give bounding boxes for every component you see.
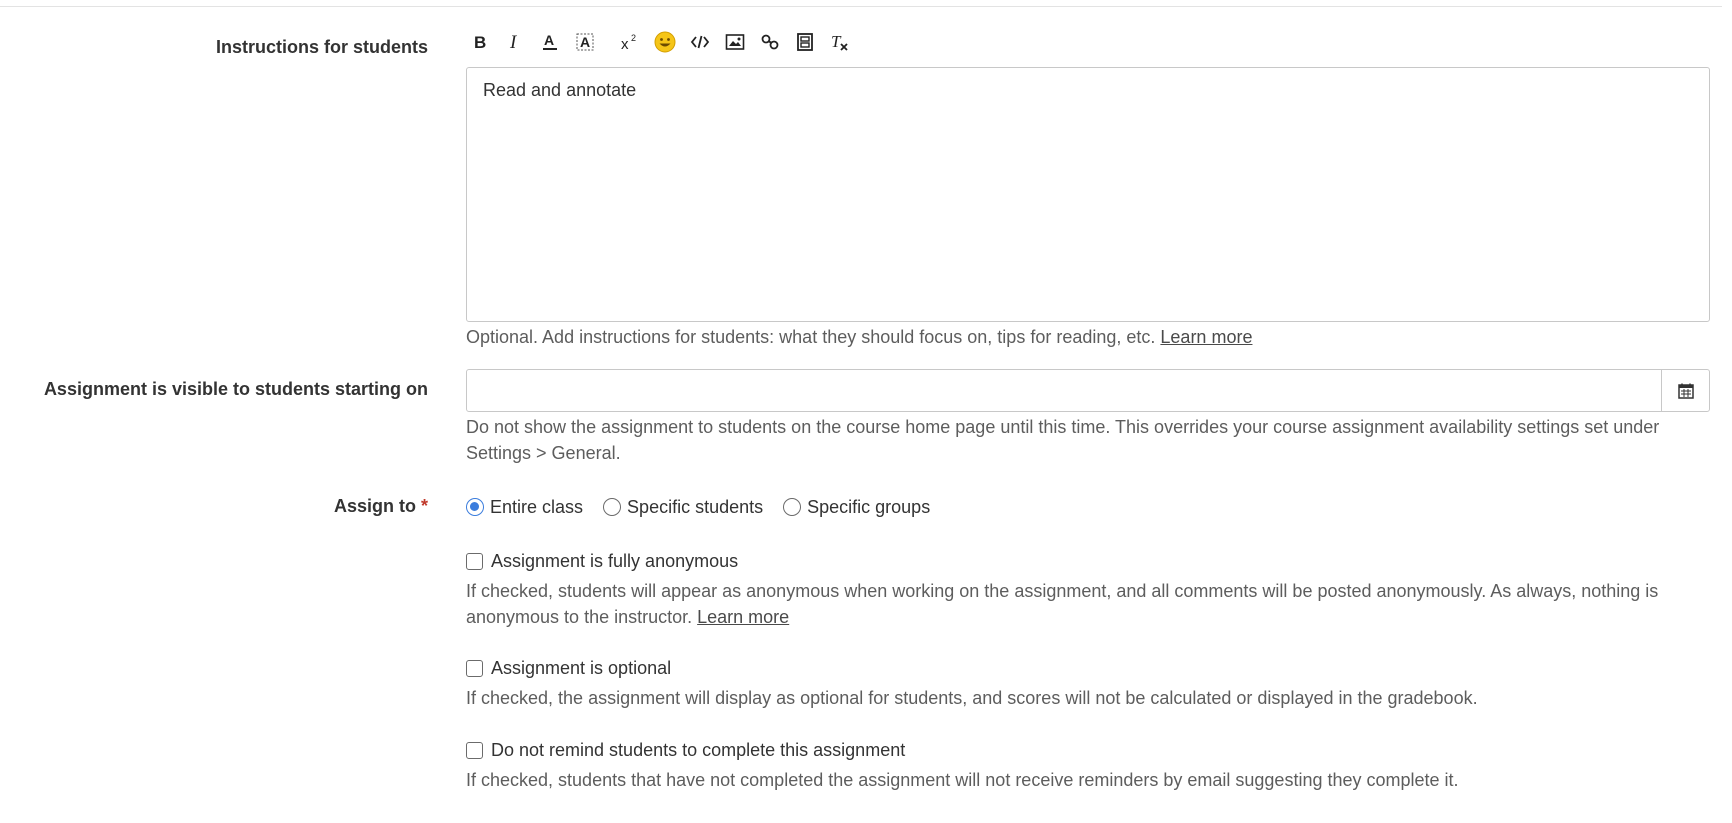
instructions-learn-more-link[interactable]: Learn more bbox=[1160, 327, 1252, 347]
instructions-help: Optional. Add instructions for students:… bbox=[466, 324, 1716, 350]
instructions-label: Instructions for students bbox=[215, 37, 428, 57]
superscript-icon[interactable]: x2 bbox=[616, 28, 644, 56]
image-icon[interactable] bbox=[721, 28, 749, 56]
assign-to-radio-group: Entire class Specific students Specific … bbox=[466, 496, 950, 518]
font-color-icon[interactable]: A bbox=[536, 28, 564, 56]
visibility-label: Assignment is visible to students starti… bbox=[43, 379, 428, 399]
anonymous-checkbox[interactable] bbox=[466, 553, 483, 570]
radio-label-specific-groups: Specific groups bbox=[807, 496, 931, 517]
visibility-help: Do not show the assignment to students o… bbox=[466, 417, 1660, 463]
assign-to-label: Assign to * bbox=[0, 496, 428, 517]
optional-checkbox-label: Assignment is optional bbox=[491, 658, 672, 678]
required-mark: * bbox=[420, 496, 428, 516]
optional-help: If checked, the assignment will display … bbox=[466, 688, 1478, 708]
radio-button-specific-students[interactable] bbox=[603, 498, 622, 516]
italic-icon[interactable]: I bbox=[501, 28, 529, 56]
svg-text:2: 2 bbox=[631, 33, 636, 43]
code-icon[interactable] bbox=[686, 28, 714, 56]
video-icon[interactable] bbox=[791, 28, 819, 56]
anonymous-learn-more-link[interactable]: Learn more bbox=[697, 607, 789, 627]
no-remind-checkbox-row[interactable]: Do not remind students to complete this … bbox=[466, 740, 905, 761]
radio-label-entire-class: Entire class bbox=[490, 496, 584, 517]
svg-text:x: x bbox=[621, 36, 629, 52]
anonymous-checkbox-label: Assignment is fully anonymous bbox=[491, 551, 739, 571]
visibility-date-field bbox=[466, 369, 1710, 412]
svg-text:T: T bbox=[831, 32, 842, 51]
radio-button-specific-groups[interactable] bbox=[783, 498, 802, 516]
radio-specific-students[interactable]: Specific students bbox=[603, 497, 763, 518]
optional-checkbox-row[interactable]: Assignment is optional bbox=[466, 658, 671, 679]
assign-to-label-text: Assign to bbox=[333, 496, 416, 516]
svg-text:I: I bbox=[509, 33, 518, 51]
link-icon[interactable] bbox=[756, 28, 784, 56]
svg-text:B: B bbox=[474, 33, 486, 51]
calendar-icon[interactable] bbox=[1661, 370, 1709, 411]
visibility-date-input[interactable] bbox=[467, 370, 1661, 411]
svg-text:A: A bbox=[544, 32, 554, 48]
no-remind-checkbox-label: Do not remind students to complete this … bbox=[491, 740, 906, 760]
emoji-icon[interactable] bbox=[651, 28, 679, 56]
instructions-help-text: Optional. Add instructions for students:… bbox=[466, 327, 1156, 347]
radio-entire-class[interactable]: Entire class bbox=[466, 497, 583, 518]
radio-specific-groups[interactable]: Specific groups bbox=[783, 497, 930, 518]
svg-text:A: A bbox=[580, 34, 590, 50]
section-divider bbox=[0, 6, 1722, 7]
optional-checkbox[interactable] bbox=[466, 660, 483, 677]
instructions-editor[interactable]: Read and annotate bbox=[466, 67, 1710, 322]
radio-button-entire-class[interactable] bbox=[466, 498, 484, 516]
anonymous-help: If checked, students will appear as anon… bbox=[466, 578, 1716, 630]
radio-label-specific-students: Specific students bbox=[627, 496, 764, 517]
editor-toolbar: B I A A x2 T bbox=[466, 28, 861, 56]
clear-format-icon[interactable]: T bbox=[826, 28, 854, 56]
anonymous-checkbox-row[interactable]: Assignment is fully anonymous bbox=[466, 551, 738, 572]
bold-icon[interactable]: B bbox=[466, 28, 494, 56]
no-remind-checkbox[interactable] bbox=[466, 742, 483, 759]
anonymous-help-text: If checked, students will appear as anon… bbox=[466, 581, 1659, 627]
highlight-color-icon[interactable]: A bbox=[571, 28, 599, 56]
no-remind-help: If checked, students that have not compl… bbox=[466, 770, 1459, 790]
